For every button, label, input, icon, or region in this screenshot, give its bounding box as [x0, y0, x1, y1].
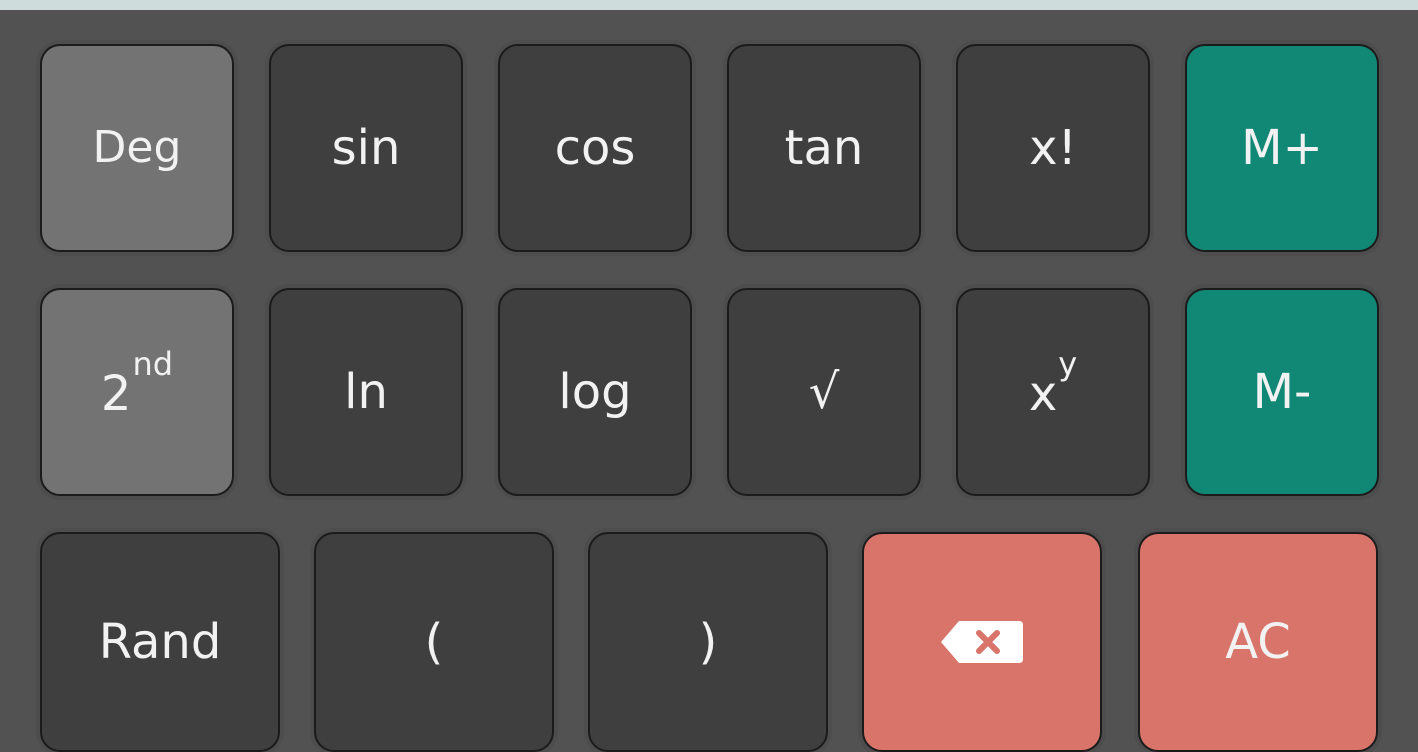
tan-button[interactable]: tan: [727, 44, 921, 252]
tan-label: tan: [784, 120, 864, 176]
square-root-label: √: [808, 364, 840, 420]
second-function-label: 2nd: [100, 345, 174, 422]
sin-label: sin: [331, 120, 401, 176]
log-button[interactable]: log: [498, 288, 692, 496]
ln-button[interactable]: ln: [269, 288, 463, 496]
factorial-button[interactable]: x!: [956, 44, 1150, 252]
open-parenthesis-label: (: [424, 614, 444, 670]
factorial-label: x!: [1029, 120, 1077, 176]
random-label: Rand: [98, 614, 222, 670]
all-clear-button[interactable]: AC: [1138, 532, 1378, 752]
deg-mode-button[interactable]: Deg: [40, 44, 234, 252]
random-button[interactable]: Rand: [40, 532, 280, 752]
memory-add-label: M+: [1241, 120, 1323, 176]
backspace-icon: [941, 621, 1023, 663]
close-parenthesis-button[interactable]: ): [588, 532, 828, 752]
cos-label: cos: [554, 120, 636, 176]
display-area-edge: [0, 0, 1418, 10]
memory-subtract-label: M-: [1252, 364, 1312, 420]
all-clear-label: AC: [1225, 614, 1291, 670]
close-parenthesis-label: ): [698, 614, 718, 670]
backspace-button[interactable]: [862, 532, 1102, 752]
scientific-keypad: Deg sin cos tan x! M+ 2nd ln log √ xy M-…: [0, 10, 1418, 752]
power-button[interactable]: xy: [956, 288, 1150, 496]
open-parenthesis-button[interactable]: (: [314, 532, 554, 752]
square-root-button[interactable]: √: [727, 288, 921, 496]
memory-add-button[interactable]: M+: [1185, 44, 1379, 252]
cos-button[interactable]: cos: [498, 44, 692, 252]
deg-mode-label: Deg: [92, 122, 182, 173]
power-label: xy: [1028, 345, 1078, 422]
memory-subtract-button[interactable]: M-: [1185, 288, 1379, 496]
sin-button[interactable]: sin: [269, 44, 463, 252]
log-label: log: [558, 364, 632, 420]
ln-label: ln: [344, 364, 388, 420]
second-function-button[interactable]: 2nd: [40, 288, 234, 496]
